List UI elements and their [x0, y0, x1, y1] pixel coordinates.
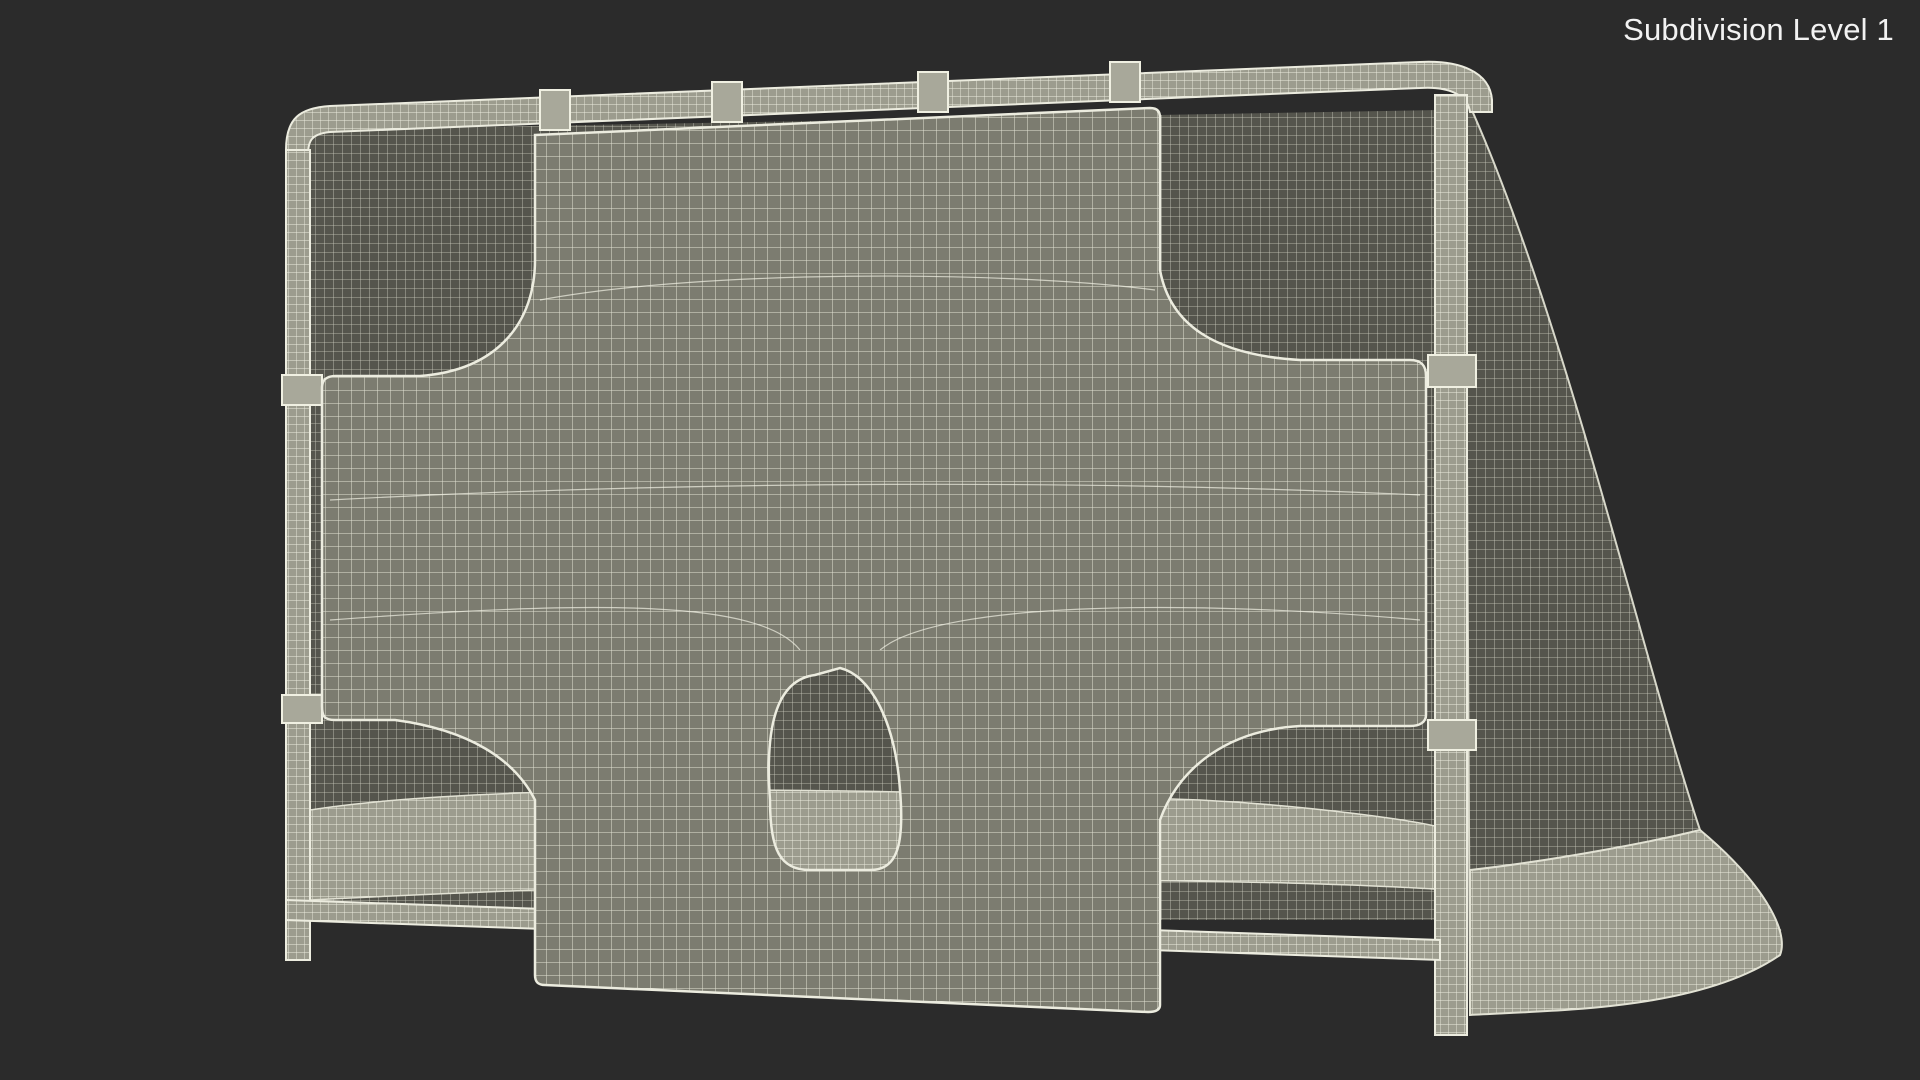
side-net-right	[1464, 94, 1783, 1017]
viewport-stage[interactable]: Subdivision Level 1	[0, 0, 1920, 1080]
subdivision-level-label: Subdivision Level 1	[1623, 12, 1894, 47]
3d-viewport[interactable]	[0, 0, 1920, 1080]
